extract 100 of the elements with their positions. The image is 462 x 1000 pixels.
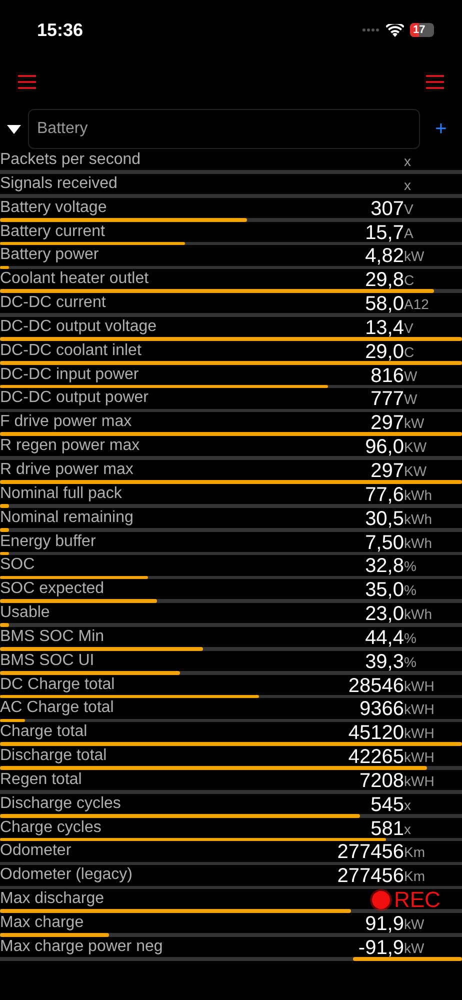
signal-label: DC-DC input power	[0, 364, 140, 385]
unit-label: kW	[404, 415, 424, 432]
unit-label: kWH	[404, 701, 434, 718]
signal-value: 96,0	[365, 436, 404, 458]
signal-value: 816	[370, 364, 404, 387]
unit-label: kWh	[404, 534, 432, 550]
signal-label: DC-DC current	[0, 293, 107, 314]
unit-label: W	[404, 368, 418, 384]
unit-label: KW	[404, 439, 427, 456]
unit-label: x	[404, 176, 411, 193]
unit-label: W	[404, 391, 418, 408]
signal-value: 9366	[360, 698, 404, 720]
signal-label: Signals received	[0, 174, 118, 194]
signal-value: 7,50	[365, 532, 404, 554]
unit-label: Km	[404, 844, 425, 860]
signal-value: 42265	[348, 746, 404, 768]
signal-label: DC Charge total	[0, 674, 116, 695]
signal-value: 91,9	[365, 913, 404, 935]
signal-label: Discharge cycles	[0, 794, 122, 814]
signal-value: 30,5	[365, 508, 404, 530]
signal-value: 29,0	[365, 340, 404, 363]
signal-label: AC Charge total	[0, 698, 115, 718]
signal-label: R regen power max	[0, 436, 141, 456]
unit-label: KW	[404, 462, 427, 479]
signal-value: 277456	[337, 841, 404, 864]
signal-label: DC-DC output voltage	[0, 316, 158, 337]
signal-value: 23,0	[365, 603, 404, 626]
signal-label: BMS SOC UI	[0, 650, 96, 671]
unit-label: kW	[404, 248, 424, 264]
signal-label: Charge total	[0, 722, 88, 742]
signal-label: BMS SOC Min	[0, 626, 106, 647]
unit-label: A	[404, 224, 414, 241]
unit-label: %	[404, 558, 416, 574]
signal-value: 13,4	[365, 316, 404, 339]
signal-label: Max charge	[0, 913, 85, 933]
signal-label: Discharge total	[0, 746, 108, 766]
unit-label: kWh	[404, 606, 432, 622]
signal-label: R drive power max	[0, 460, 134, 480]
signal-label: SOC expected	[0, 579, 106, 600]
unit-label: x	[404, 820, 411, 837]
signal-label: Coolant heater outlet	[0, 269, 150, 290]
unit-label: V	[404, 200, 414, 217]
unit-label: A12	[404, 296, 429, 312]
signal-label: Packets per second	[0, 150, 142, 170]
unit-label: C	[404, 272, 414, 288]
signal-value: 545	[370, 794, 404, 816]
signal-label: Odometer	[0, 841, 72, 862]
unit-label: %	[404, 582, 416, 598]
signal-label: DC-DC coolant inlet	[0, 340, 142, 361]
signal-label: Battery current	[0, 222, 106, 242]
signal-label: Regen total	[0, 770, 83, 790]
caret-icon[interactable]	[7, 124, 21, 134]
unit-label: x	[404, 796, 411, 813]
signal-label: Energy buffer	[0, 532, 97, 552]
menu-icon[interactable]	[18, 75, 36, 89]
signal-label: Battery power	[0, 245, 100, 266]
signal-value: 297	[370, 412, 404, 434]
clock: 15:36	[37, 18, 84, 42]
unit-label: %	[404, 654, 416, 670]
signal-value: 39,3	[365, 650, 404, 673]
signal-label: Nominal remaining	[0, 508, 134, 528]
signal-value: 297	[370, 460, 404, 482]
signal-label: Charge cycles	[0, 818, 102, 838]
add-button[interactable]: +	[420, 114, 462, 144]
unit-label: Km	[404, 868, 425, 884]
signal-value: 307	[370, 198, 404, 220]
signal-value: 277456	[337, 865, 404, 888]
signal-value: 28546	[348, 674, 404, 697]
unit-label: kW	[404, 940, 424, 956]
signal-label: Odometer (legacy)	[0, 865, 134, 886]
signal-value: 777	[370, 388, 404, 410]
signal-value: 58,0	[365, 293, 404, 316]
menu-icon[interactable]	[426, 75, 444, 89]
unit-label: kW	[404, 916, 424, 932]
unit-label: kWH	[404, 725, 434, 742]
signal-value: 32,8	[365, 555, 404, 578]
signal-label: Max charge power neg	[0, 936, 164, 957]
signal-value: 45120	[348, 722, 404, 744]
signal-label: Usable	[0, 603, 51, 624]
category-dropdown[interactable]: Battery	[28, 109, 420, 149]
unit-label: kWH	[404, 772, 434, 789]
signal-value: 77,6	[365, 484, 404, 506]
signal-label: DC-DC output power	[0, 388, 150, 408]
signal-label: F drive power max	[0, 412, 133, 432]
wifi-icon	[386, 24, 404, 36]
unit-label: kWh	[404, 486, 432, 503]
unit-label: kWh	[404, 510, 432, 527]
signal-value: 4,82	[365, 245, 404, 268]
signal-value: 29,8	[365, 269, 404, 292]
unit-label: kWH	[404, 749, 434, 766]
signal-value: 15,7	[365, 222, 404, 244]
signal-icon	[362, 28, 380, 32]
signal-label: Nominal full pack	[0, 484, 123, 504]
signal-value: 7208	[360, 770, 404, 792]
signal-label: Max discharge	[0, 889, 106, 910]
unit-label: x	[404, 153, 411, 169]
rec-label: REC	[394, 889, 440, 911]
signal-value: -91,9	[358, 936, 404, 959]
signal-label: SOC	[0, 555, 36, 576]
unit-label: V	[404, 320, 414, 336]
